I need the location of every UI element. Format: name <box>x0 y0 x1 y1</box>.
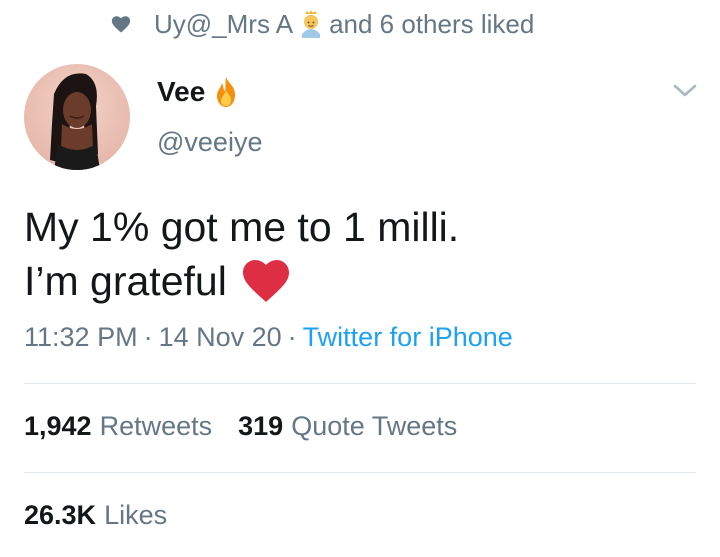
tweet-meta: 11:32 PM · 14 Nov 20 · Twitter for iPhone <box>24 322 513 353</box>
social-context[interactable]: Uy@_Mrs A and 6 others liked <box>110 8 534 40</box>
meta-separator: · <box>143 322 153 352</box>
avatar[interactable] <box>24 64 130 170</box>
divider <box>24 472 696 473</box>
author-name-row[interactable]: Vee <box>157 76 239 108</box>
social-context-suffix: and 6 others liked <box>329 8 535 39</box>
likes-stat[interactable]: 26.3K Likes <box>24 500 167 531</box>
retweets-label: Retweets <box>99 411 213 441</box>
meta-separator: · <box>287 322 297 352</box>
author-name[interactable]: Vee <box>157 76 205 108</box>
tweet-text: My 1% got me to 1 milli. I’m grateful <box>24 200 459 308</box>
likes-label: Likes <box>104 500 168 530</box>
retweets-stat[interactable]: 1,942 Retweets <box>24 411 212 442</box>
quote-tweets-stat[interactable]: 319 Quote Tweets <box>238 411 457 442</box>
tweet-line-2-text: I’m grateful <box>24 258 227 304</box>
tweet-date[interactable]: 14 Nov 20 <box>159 322 282 352</box>
chevron-down-icon[interactable] <box>672 82 698 100</box>
author-handle[interactable]: @veeiye <box>157 127 262 158</box>
heart-icon <box>111 16 131 33</box>
tweet-line-1: My 1% got me to 1 milli. <box>24 204 460 250</box>
likes-stats: 26.3K Likes <box>24 500 193 531</box>
divider <box>24 383 696 384</box>
fire-icon <box>217 77 236 107</box>
quotes-count: 319 <box>238 411 284 441</box>
red-heart-icon <box>242 260 289 302</box>
tweet-time[interactable]: 11:32 PM <box>24 322 138 352</box>
retweets-count: 1,942 <box>24 411 92 441</box>
likes-count: 26.3K <box>24 500 97 530</box>
retweet-stats: 1,942 Retweets 319 Quote Tweets <box>24 411 483 442</box>
social-context-user[interactable]: Uy@_Mrs A <box>154 9 293 40</box>
person-emoji-icon <box>299 10 323 38</box>
tweet-line-2: I’m grateful <box>24 254 459 308</box>
quotes-label: Quote Tweets <box>291 411 458 441</box>
tweet-source[interactable]: Twitter for iPhone <box>303 322 513 352</box>
